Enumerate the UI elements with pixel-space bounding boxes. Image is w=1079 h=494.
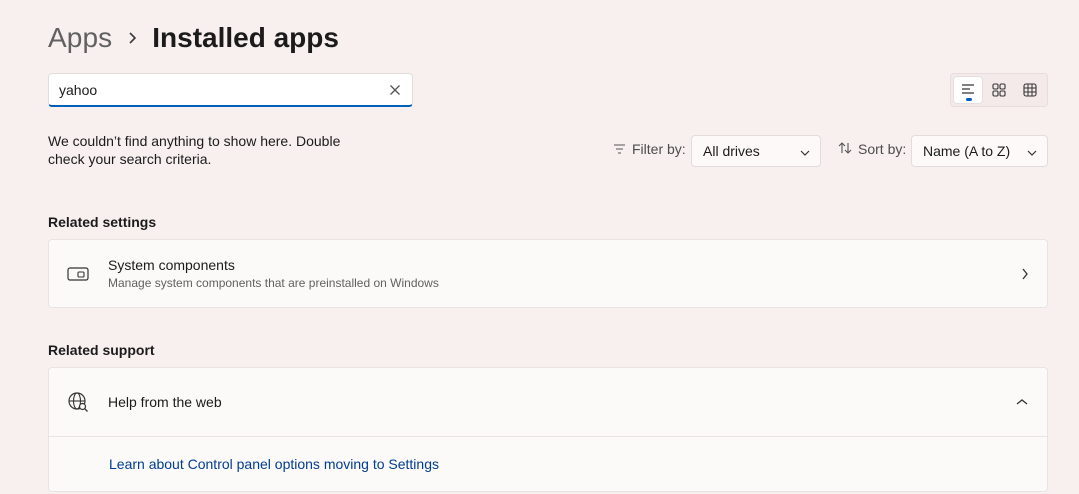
chevron-down-icon	[1027, 143, 1037, 159]
breadcrumb-chevron-icon	[112, 31, 152, 45]
grid-view-icon[interactable]	[984, 76, 1014, 104]
filter-label-text: Filter by:	[632, 141, 686, 157]
chevron-up-icon[interactable]	[1015, 398, 1029, 406]
breadcrumb-apps[interactable]: Apps	[48, 22, 112, 54]
search-box	[48, 73, 413, 107]
sort-label: Sort by:	[838, 141, 906, 157]
filter-dropdown-value: All drives	[703, 143, 760, 159]
globe-search-icon	[67, 391, 89, 413]
chevron-down-icon	[800, 143, 810, 159]
control-panel-options-link[interactable]: Learn about Control panel options moving…	[109, 456, 439, 472]
system-components-subtitle: Manage system components that are preins…	[108, 276, 439, 290]
system-components-icon	[67, 263, 89, 285]
clear-search-icon[interactable]	[386, 81, 404, 99]
sort-label-text: Sort by:	[858, 141, 907, 157]
related-support-heading: Related support	[48, 342, 155, 358]
search-input[interactable]	[49, 74, 369, 105]
sort-dropdown-value: Name (A to Z)	[923, 143, 1011, 159]
view-mode-group	[950, 73, 1048, 107]
related-settings-heading: Related settings	[48, 214, 157, 230]
page-title: Installed apps	[152, 22, 339, 53]
system-components-title: System components	[108, 257, 235, 273]
installed-apps-page: Apps Installed apps We couldn’t find any…	[0, 0, 1079, 494]
filter-icon	[613, 141, 626, 157]
filter-label: Filter by:	[613, 141, 686, 157]
system-components-card[interactable]: System components Manage system componen…	[48, 239, 1048, 308]
tile-view-icon[interactable]	[1015, 76, 1045, 104]
empty-results-message: We couldn’t find anything to show here. …	[48, 133, 341, 167]
sort-dropdown[interactable]: Name (A to Z)	[911, 135, 1048, 167]
sort-icon	[838, 141, 852, 157]
breadcrumb: Apps Installed apps	[48, 18, 339, 58]
help-from-web-title: Help from the web	[108, 394, 222, 410]
help-from-web-header[interactable]: Help from the web	[49, 368, 1047, 437]
help-from-web-card: Help from the web Learn about Control pa…	[48, 367, 1048, 492]
filter-dropdown[interactable]: All drives	[691, 135, 821, 167]
list-view-icon[interactable]	[953, 76, 983, 104]
chevron-right-icon	[1021, 267, 1029, 281]
